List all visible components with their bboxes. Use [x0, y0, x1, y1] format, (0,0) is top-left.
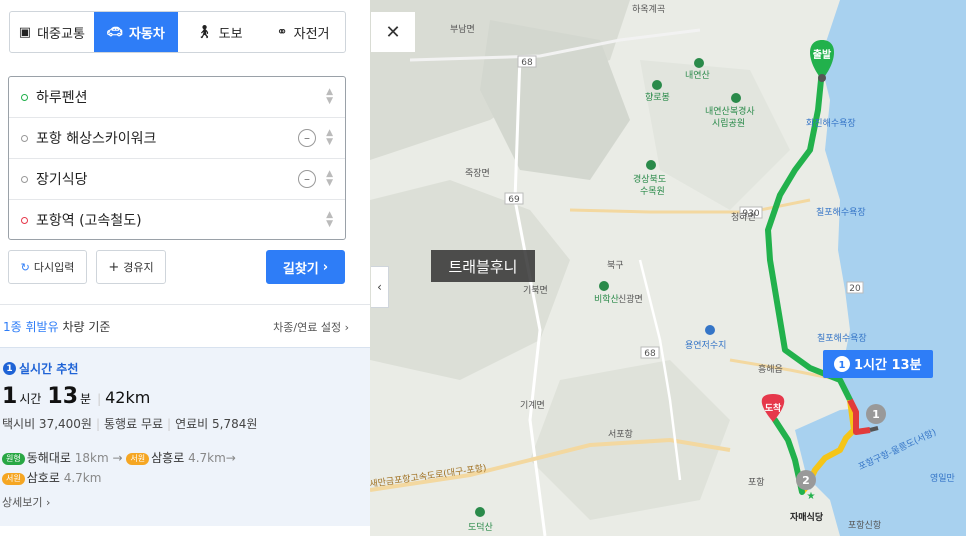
chevron-right-icon: › [322, 259, 329, 275]
drag-handle-icon[interactable]: ▲ ▼ [326, 211, 333, 229]
label-dodeoksan: 도덕산 [468, 522, 493, 533]
label-gyeongbuk: 경상북도 [633, 173, 666, 185]
road-number-68a: 68 [517, 55, 537, 68]
bike-icon: ⚭ [276, 24, 288, 40]
mountain-icon [475, 507, 485, 517]
label-pohang-newport: 포항신항 [848, 520, 881, 531]
map-canvas[interactable]: 68 69 930 20 68 하옥계곡 부남면 내연산 향로봉 내연산복경사 … [370, 0, 966, 536]
arboretum-icon [646, 160, 656, 170]
recommend-label: 1 실시간 추천 [3, 360, 78, 377]
road-number-68b: 68 [640, 346, 660, 359]
svg-text:1: 1 [872, 408, 880, 421]
label-bihaksan: 비학산 [594, 294, 619, 305]
tab-transit[interactable]: ▣ 대중교통 [10, 12, 94, 52]
close-button[interactable]: ✕ [371, 12, 415, 52]
road-summary: 원형 동해대로 18km → 서원 삼흥로 4.7km→ 서원 삼호로 4.7km [2, 448, 364, 488]
map-view[interactable]: 68 69 930 20 68 하옥계곡 부남면 내연산 향로봉 내연산복경사 … [370, 0, 966, 536]
drag-handle-icon[interactable]: ▲ ▼ [326, 129, 333, 147]
start-dot-icon [21, 93, 28, 101]
svg-text:1시간 13분: 1시간 13분 [854, 357, 922, 373]
vehicle-settings-link[interactable]: 차종/연료 설정 › [273, 319, 349, 335]
chevron-left-icon: ‹ [377, 280, 382, 294]
add-via-button[interactable]: + 경유지 [96, 250, 166, 284]
remove-via-button[interactable]: – [298, 129, 316, 147]
waypoint-list: 하루펜션 ▲ ▼ 포항 해상스카이워크 – ▲ ▼ 장기식당 – ▲ ▼ 포항역 (고속철도) ▲… [8, 76, 346, 240]
label-gibuk: 기북면 [523, 285, 548, 296]
svg-text:1: 1 [839, 360, 846, 371]
mountain-icon [694, 58, 704, 68]
plus-icon: + [108, 259, 120, 275]
via-dot-icon [21, 134, 28, 142]
bus-icon: ▣ [18, 24, 32, 40]
walk-icon: 🚶︎ [196, 24, 213, 40]
refresh-icon: ↻ [20, 260, 30, 274]
label-cheongha: 청하면 [731, 212, 756, 223]
label-hwajin: 화진해수욕장 [806, 118, 856, 129]
svg-text:69: 69 [508, 195, 520, 205]
find-route-button[interactable]: 길찾기 › [266, 250, 345, 284]
drag-handle-icon[interactable]: ▲ ▼ [326, 170, 333, 188]
svg-text:출발: 출발 [813, 48, 832, 61]
detail-link[interactable]: 상세보기 › [2, 494, 50, 510]
route-result-card[interactable]: 1 실시간 추천 1 시간 13 분 | 42km 택시비 37,400원 | 통행료 무… [0, 347, 370, 526]
label-park2: 시립공원 [712, 118, 745, 129]
via-input-2[interactable]: 장기식당 – ▲ ▼ [9, 159, 345, 200]
label-seopohang: 서포항 [608, 429, 633, 440]
label-heunghae: 흥해읍 [758, 363, 783, 375]
label-hyangrobong: 향로봉 [645, 91, 670, 103]
label-singwang: 신광면 [618, 293, 643, 305]
svg-text:68: 68 [521, 58, 533, 68]
travel-time: 1 시간 13 분 | 42km [2, 384, 151, 409]
label-bukgu: 북구 [607, 260, 624, 271]
label-park1: 내연산복경사 [705, 105, 755, 117]
svg-text:2: 2 [802, 474, 810, 487]
tab-car[interactable]: 🚗︎ 자동차 [93, 12, 178, 52]
tab-walk[interactable]: 🚶︎ 도보 [178, 12, 262, 52]
label-haok: 하옥계곡 [632, 3, 665, 15]
via-dot-icon [21, 175, 28, 183]
via-input-1[interactable]: 포항 해상스카이워크 – ▲ ▼ [9, 118, 345, 159]
remove-via-button[interactable]: – [298, 170, 316, 188]
car-icon: 🚗︎ [106, 24, 123, 40]
transport-tabs: ▣ 대중교통 🚗︎ 자동차 🚶︎ 도보 ⚭ 자전거 [9, 11, 346, 53]
route-panel: ▣ 대중교통 🚗︎ 자동차 🚶︎ 도보 ⚭ 자전거 하루펜션 ▲ ▼ 포항 해상스카이워크 –… [0, 0, 371, 536]
start-input[interactable]: 하루펜션 ▲ ▼ [9, 77, 345, 118]
label-naeyeonsan: 내연산 [685, 70, 710, 81]
label-jukjang: 죽장면 [465, 168, 490, 179]
label-pohang: 포항 [748, 477, 765, 488]
fuel-basis: 1종 휘발유 차량 기준 [3, 320, 111, 334]
collapse-panel-button[interactable]: ‹ [371, 266, 389, 308]
drag-handle-icon[interactable]: ▲ ▼ [326, 88, 333, 106]
svg-text:트래블후니: 트래블후니 [448, 258, 517, 276]
label-chilpo2: 칠포해수욕장 [817, 333, 867, 344]
road-number-20: 20 [846, 281, 864, 294]
svg-text:20: 20 [849, 284, 861, 294]
label-chilpo1: 칠포해수욕장 [816, 207, 866, 218]
waypoint-marker-1[interactable]: 1 [866, 404, 886, 424]
watermark: 트래블후니 [431, 250, 535, 282]
label-bunam: 부남면 [450, 24, 475, 35]
park-icon [731, 93, 741, 103]
reservoir-icon [705, 325, 715, 335]
fare-info: 택시비 37,400원 | 통행료 무료 | 연료비 5,784원 [2, 417, 258, 431]
end-input[interactable]: 포항역 (고속철도) ▲ ▼ [9, 200, 345, 240]
end-dot-icon [21, 216, 28, 224]
label-gigye: 기계면 [520, 399, 545, 411]
svg-text:68: 68 [644, 349, 656, 359]
label-yeongilman: 영일만 [930, 473, 955, 484]
star-icon: ★ [807, 491, 816, 502]
divider [0, 304, 370, 305]
mountain-icon [599, 281, 609, 291]
mountain-icon [652, 80, 662, 90]
tab-bike[interactable]: ⚭ 자전거 [261, 12, 345, 52]
label-yongyeon: 용연저수지 [685, 340, 726, 351]
road-number-69: 69 [504, 192, 524, 205]
label-arboretum: 수목원 [640, 186, 665, 197]
close-icon: ✕ [385, 21, 401, 43]
route-time-badge[interactable]: 1 1시간 13분 [823, 350, 933, 378]
reset-button[interactable]: ↻ 다시입력 [8, 250, 87, 284]
label-jamae: 자매식당 [790, 511, 824, 523]
svg-text:도착: 도착 [765, 402, 782, 414]
